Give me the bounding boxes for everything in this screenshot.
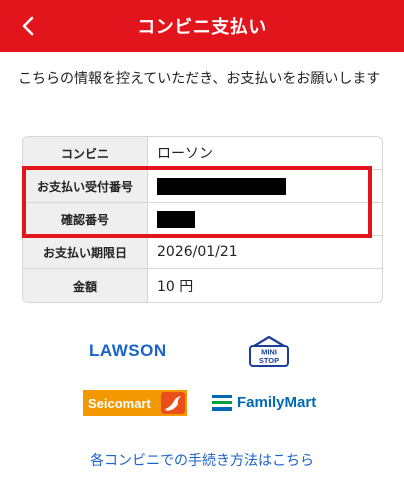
table-row-receipt-number: お支払い受付番号 — [23, 170, 382, 203]
row-label: お支払い受付番号 — [23, 170, 148, 202]
table-row-convenience-store: コンビニ ローソン — [23, 137, 382, 170]
receipt-number-value — [148, 170, 382, 202]
row-label: 金額 — [23, 269, 148, 302]
app-header: コンビニ支払い — [0, 0, 404, 52]
payment-info-table: コンビニ ローソン お支払い受付番号 確認番号 お支払い期限日 2026/01/… — [22, 136, 383, 303]
redacted-receipt-number — [157, 177, 286, 195]
row-label: お支払い期限日 — [23, 236, 148, 268]
table-row-amount: 金額 10 円 — [23, 269, 382, 302]
row-label: コンビニ — [23, 137, 148, 169]
seicomart-logo: Seicomart — [83, 390, 187, 416]
redacted-confirmation-number — [157, 210, 195, 228]
convenience-store-value: ローソン — [157, 146, 213, 162]
familymart-logo: FamilyMart — [212, 394, 316, 411]
convenience-store-logos: LAWSON MINI STOP Seicomart FamilyMart — [0, 330, 404, 420]
due-date-value: 2026/01/21 — [157, 244, 238, 260]
ministop-logo: MINI STOP — [249, 335, 289, 367]
row-label: 確認番号 — [23, 203, 148, 235]
table-row-due-date: お支払い期限日 2026/01/21 — [23, 236, 382, 269]
seicomart-wordmark: Seicomart — [88, 395, 151, 411]
familymart-wordmark: FamilyMart — [237, 394, 317, 411]
instruction-text: こちらの情報を控えていただき、お支払いをお願いします — [18, 71, 381, 87]
table-row-confirmation-number: 確認番号 — [23, 203, 382, 236]
svg-text:STOP: STOP — [259, 356, 279, 365]
amount-value: 10 円 — [157, 279, 194, 295]
familymart-stripes-icon — [212, 394, 232, 411]
page-title: コンビニ支払い — [137, 17, 267, 38]
back-button[interactable] — [14, 12, 42, 40]
procedure-link[interactable]: 各コンビニでの手続き方法はこちら — [0, 450, 404, 470]
chevron-left-icon — [22, 16, 34, 36]
phoenix-icon — [161, 392, 185, 414]
confirmation-number-value — [148, 203, 382, 235]
lawson-logo: LAWSON — [89, 341, 167, 360]
